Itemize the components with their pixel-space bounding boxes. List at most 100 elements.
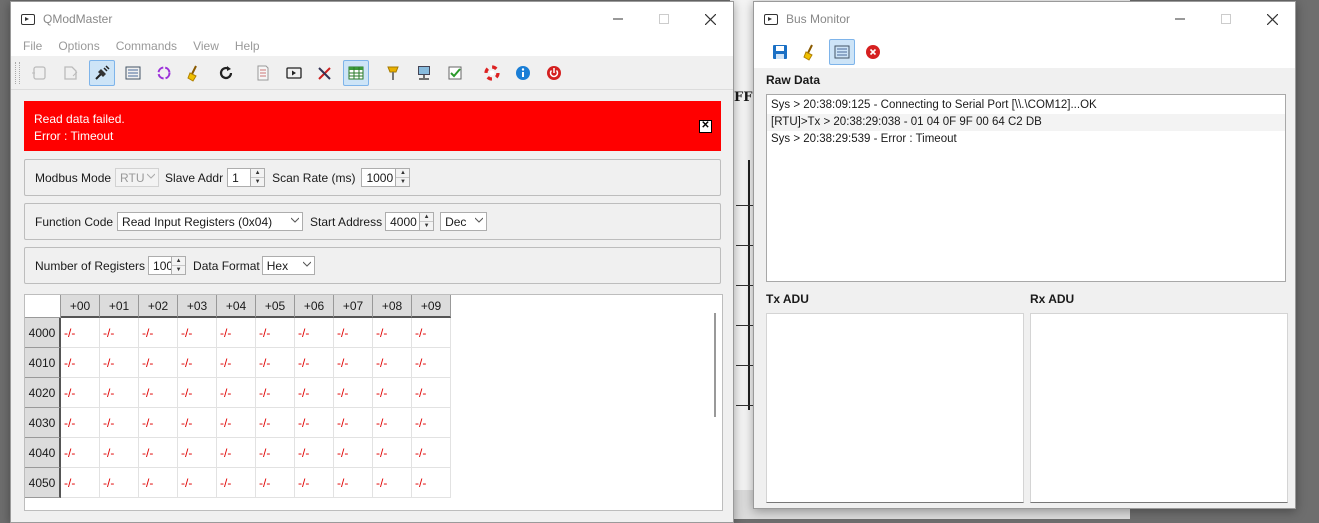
spin-up-icon[interactable]: ▲ [420,213,434,222]
register-cell[interactable]: -/- [178,438,217,468]
register-cell[interactable]: -/- [256,408,295,438]
close-button[interactable] [687,2,733,36]
register-cell[interactable]: -/- [139,348,178,378]
column-header[interactable]: +04 [217,295,256,318]
register-cell[interactable]: -/- [373,378,412,408]
scan-rate-stepper[interactable]: 1000 ▲ ▼ [361,168,411,187]
menu-view[interactable]: View [185,39,227,53]
minimize-button[interactable] [1157,2,1203,36]
register-cell[interactable]: -/- [178,378,217,408]
register-cell[interactable]: -/- [100,438,139,468]
register-cell[interactable]: -/- [61,318,100,348]
register-cell[interactable]: -/- [373,468,412,498]
spin-down-icon[interactable]: ▼ [172,266,185,274]
menu-commands[interactable]: Commands [108,39,185,53]
register-cell[interactable]: -/- [178,318,217,348]
address-format-select[interactable]: Dec [440,212,488,231]
maximize-button[interactable] [1203,2,1249,36]
register-cell[interactable]: -/- [139,378,178,408]
help-lifebuoy-icon[interactable] [479,60,505,86]
tx-adu-box[interactable] [766,313,1024,503]
register-cell[interactable]: -/- [334,468,373,498]
register-cell[interactable]: -/- [256,318,295,348]
start-address-stepper[interactable]: 4000 ▲ ▼ [385,212,435,231]
register-cell[interactable]: -/- [61,348,100,378]
serial-port-icon[interactable] [88,59,115,86]
table-corner[interactable] [25,295,61,318]
register-cell[interactable]: -/- [295,408,334,438]
register-cell[interactable]: -/- [412,348,451,378]
register-cell[interactable]: -/- [334,348,373,378]
register-cell[interactable]: -/- [412,408,451,438]
register-cell[interactable]: -/- [373,318,412,348]
disconnect-icon[interactable] [58,60,84,86]
scan-icon[interactable] [151,60,177,86]
raw-data-icon[interactable] [120,60,146,86]
tools-icon[interactable] [312,60,338,86]
menu-file[interactable]: File [15,39,50,53]
row-header[interactable]: 4020 [25,378,61,408]
exit-icon[interactable] [541,60,567,86]
register-cell[interactable]: -/- [373,348,412,378]
column-header[interactable]: +05 [256,295,295,318]
row-header[interactable]: 4010 [25,348,61,378]
error-close-button[interactable]: ✕ [699,120,712,133]
data-format-select[interactable]: Hex [261,256,315,275]
register-cell[interactable]: -/- [334,438,373,468]
register-cell[interactable]: -/- [256,348,295,378]
row-header[interactable]: 4040 [25,438,61,468]
column-header[interactable]: +01 [100,295,139,318]
register-cell[interactable]: -/- [100,318,139,348]
register-cell[interactable]: -/- [295,318,334,348]
register-cell[interactable]: -/- [139,408,178,438]
register-cell[interactable]: -/- [412,378,451,408]
clear-icon[interactable] [798,39,824,65]
column-header[interactable]: +09 [412,295,451,318]
register-cell[interactable]: -/- [334,318,373,348]
register-cell[interactable]: -/- [295,438,334,468]
register-cell[interactable]: -/- [100,348,139,378]
function-code-select[interactable]: Read Input Registers (0x04) [117,212,304,231]
spin-down-icon[interactable]: ▼ [396,178,409,186]
toolbar-grip[interactable] [15,61,20,84]
register-cell[interactable]: -/- [217,348,256,378]
close-icon[interactable] [860,39,886,65]
column-header[interactable]: +06 [295,295,334,318]
menu-help[interactable]: Help [227,39,268,53]
num-registers-stepper[interactable]: 100 ▲ ▼ [148,256,187,275]
register-cell[interactable]: -/- [295,468,334,498]
spin-up-icon[interactable]: ▲ [251,169,265,178]
raw-data-icon[interactable] [828,39,855,65]
register-cell[interactable]: -/- [178,348,217,378]
row-header[interactable]: 4000 [25,318,61,348]
register-cell[interactable]: -/- [412,468,451,498]
register-cell[interactable]: -/- [412,318,451,348]
register-cell[interactable]: -/- [334,378,373,408]
column-header[interactable]: +07 [334,295,373,318]
clear-icon[interactable] [182,60,208,86]
column-header[interactable]: +08 [373,295,412,318]
column-header[interactable]: +03 [178,295,217,318]
register-cell[interactable]: -/- [217,408,256,438]
modbus-mode-select[interactable]: RTU [115,168,160,187]
info-icon[interactable] [510,60,536,86]
connect-icon[interactable] [27,60,53,86]
register-cell[interactable]: -/- [217,318,256,348]
spin-down-icon[interactable]: ▼ [420,222,433,230]
checkbox-icon[interactable] [442,60,468,86]
register-cell[interactable]: -/- [217,378,256,408]
slave-addr-stepper[interactable]: 1 ▲ ▼ [227,168,266,187]
register-cell[interactable]: -/- [373,408,412,438]
register-cell[interactable]: -/- [61,468,100,498]
plugin-icon[interactable] [380,60,406,86]
register-cell[interactable]: -/- [61,378,100,408]
register-cell[interactable]: -/- [139,468,178,498]
row-header[interactable]: 4050 [25,468,61,498]
log-icon[interactable] [250,60,276,86]
register-cell[interactable]: -/- [373,438,412,468]
title-bar[interactable]: QModMaster [11,2,733,36]
row-header[interactable]: 4030 [25,408,61,438]
bus-monitor-icon[interactable] [281,60,307,86]
refresh-icon[interactable] [213,60,239,86]
menu-options[interactable]: Options [50,39,107,53]
